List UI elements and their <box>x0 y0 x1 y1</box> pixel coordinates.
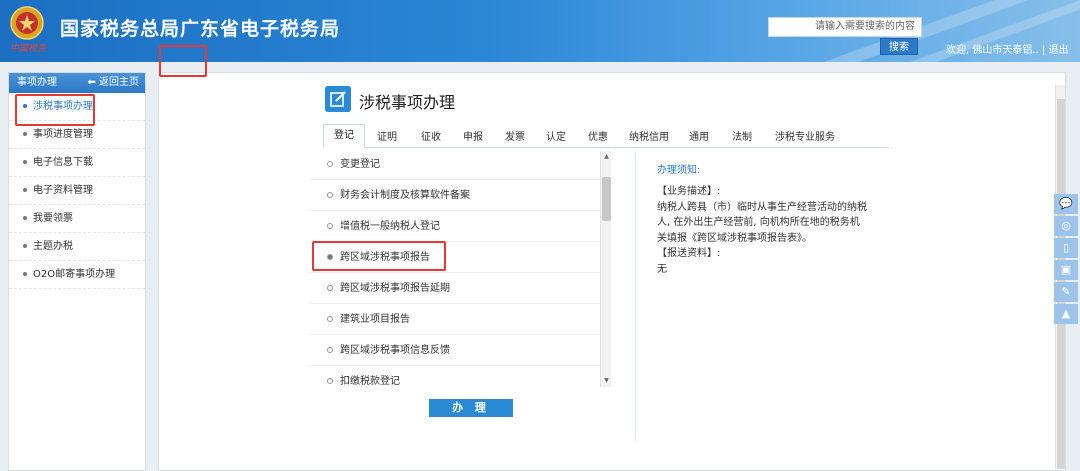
list-item[interactable]: 扣缴税款登记 <box>309 366 601 389</box>
sidebar-item-documents[interactable]: 电子资料管理 <box>9 177 145 205</box>
notice-title: 办理须知: <box>657 165 701 176</box>
app-icon[interactable]: ▣ <box>1054 260 1078 280</box>
list-scrollbar[interactable]: ▲ ▼ <box>600 151 611 387</box>
bullet-icon <box>23 244 27 248</box>
sidebar-item-label: 电子资料管理 <box>33 185 93 196</box>
sidebar-header: 事项办理 ⬅ 返回主页 <box>9 73 145 93</box>
bullet-icon <box>23 160 27 164</box>
notice-line: 无 <box>657 263 667 275</box>
sidebar-item-invoice[interactable]: 我要领票 <box>9 205 145 233</box>
process-button[interactable]: 办 理 <box>429 399 513 417</box>
scroll-down-icon[interactable]: ▼ <box>602 376 611 386</box>
bullet-icon <box>23 132 27 136</box>
highlight-box <box>159 45 207 77</box>
list-item-label: 财务会计制度及核算软件备案 <box>340 190 470 201</box>
weibo-icon[interactable]: ◎ <box>1054 216 1078 236</box>
list-item-label: 增值税一般纳税人登记 <box>340 221 440 232</box>
scroll-up-icon[interactable]: ▲ <box>602 152 611 162</box>
tab-certificate[interactable]: 证明 <box>377 128 397 143</box>
radio-icon <box>327 285 333 291</box>
list-item[interactable]: 跨区域涉税事项报告延期 <box>309 273 601 304</box>
sidebar-item-label: 我要领票 <box>33 213 73 224</box>
tab-general[interactable]: 通用 <box>689 128 709 143</box>
back-home-label: 返回主页 <box>99 77 139 88</box>
list-item-label: 变更登记 <box>340 159 380 170</box>
notice-line: 【业务描述】: <box>657 186 721 197</box>
radio-icon <box>327 378 333 384</box>
list-item-label: 跨区域涉税事项报告延期 <box>340 283 450 294</box>
list-item[interactable]: 增值税一般纳税人登记 <box>309 211 601 242</box>
list-item[interactable]: 变更登记 <box>309 149 601 180</box>
bullet-icon <box>23 188 27 192</box>
tab-legal[interactable]: 法制 <box>732 128 752 143</box>
back-home-link[interactable]: ⬅ 返回主页 <box>87 73 139 93</box>
radio-icon <box>327 316 333 322</box>
floating-toolbar: 💬 ◎ ▯ ▣ ✎ ▲ <box>1054 194 1078 326</box>
welcome-text[interactable]: 欢迎, 佛山市天泰铝.. | 退出 <box>946 41 1068 56</box>
list-item[interactable]: 跨区域涉税事项信息反馈 <box>309 335 601 366</box>
page-title: 涉税事项办理 <box>359 93 456 112</box>
sidebar-item-label: 事项进度管理 <box>33 129 93 140</box>
main-panel: 涉税事项办理 登记 证明 征收 申报 发票 认定 优惠 纳税信用 通用 法制 涉… <box>158 72 1066 471</box>
notice-line: 关填报《跨区域涉税事项报告表》。 <box>657 232 812 244</box>
site-title: 国家税务总局广东省电子税务局 <box>60 18 341 40</box>
bullet-icon <box>23 216 27 220</box>
brand-subtitle: 中国税务 <box>10 44 47 54</box>
search-input[interactable]: 请输入需要搜索的内容 <box>768 17 922 37</box>
feedback-icon[interactable]: ✎ <box>1054 282 1078 302</box>
back-to-top-icon[interactable]: ▲ <box>1054 304 1078 324</box>
list-scroll-thumb[interactable] <box>602 177 611 221</box>
notice-line: 纳税人跨县（市）临时从事生产经营活动的纳税 <box>657 201 867 213</box>
sidebar-title: 事项办理 <box>17 77 57 88</box>
divider <box>635 151 636 441</box>
list-item-label: 扣缴税款登记 <box>340 376 400 387</box>
sidebar: 事项办理 ⬅ 返回主页 涉税事项办理 事项进度管理 电子信息下载 电子资料管理 … <box>8 72 146 471</box>
sidebar-item-download[interactable]: 电子信息下载 <box>9 149 145 177</box>
tab-professional-service[interactable]: 涉税专业服务 <box>775 128 835 143</box>
tab-preference[interactable]: 优惠 <box>588 128 608 143</box>
radio-icon <box>327 347 333 353</box>
sidebar-item-label: 电子信息下载 <box>33 157 93 168</box>
back-arrow-icon: ⬅ <box>87 77 99 88</box>
sidebar-item-o2o[interactable]: O2O邮寄事项办理 <box>9 261 145 289</box>
bullet-icon <box>23 272 27 276</box>
radio-icon <box>327 192 333 198</box>
notice-body: 【业务描述】: 纳税人跨县（市）临时从事生产经营活动的纳税 人, 在外出生产经营… <box>657 184 897 277</box>
sidebar-item-theme[interactable]: 主题办税 <box>9 233 145 261</box>
tab-invoice[interactable]: 发票 <box>505 128 525 143</box>
notice-line: 人, 在外出生产经营前, 向机构所在地的税务机 <box>657 217 860 228</box>
highlight-box <box>15 94 95 126</box>
tab-credit[interactable]: 纳税信用 <box>629 128 669 143</box>
tax-emblem-icon <box>10 6 44 40</box>
search-button[interactable]: 搜索 <box>880 38 918 55</box>
tab-recognize[interactable]: 认定 <box>546 128 566 143</box>
list-item-label: 跨区域涉税事项信息反馈 <box>340 345 450 356</box>
edit-icon <box>325 86 351 112</box>
list-item[interactable]: 建筑业项目报告 <box>309 304 601 335</box>
radio-icon <box>327 161 333 167</box>
list-item-label: 建筑业项目报告 <box>340 314 410 325</box>
tab-register[interactable]: 登记 <box>323 124 365 148</box>
sidebar-item-label: O2O邮寄事项办理 <box>33 269 116 280</box>
notice-line: 【报送资料】: <box>657 248 721 259</box>
radio-icon <box>327 223 333 229</box>
chat-icon[interactable]: 💬 <box>1054 194 1078 214</box>
tab-bar: 登记 证明 征收 申报 发票 认定 优惠 纳税信用 通用 法制 涉税专业服务 <box>323 124 889 148</box>
list-item[interactable]: 财务会计制度及核算软件备案 <box>309 180 601 211</box>
mobile-icon[interactable]: ▯ <box>1054 238 1078 258</box>
sidebar-item-label: 主题办税 <box>33 241 73 252</box>
tab-levy[interactable]: 征收 <box>421 128 441 143</box>
tab-declare[interactable]: 申报 <box>463 128 483 143</box>
highlight-box <box>312 241 446 271</box>
